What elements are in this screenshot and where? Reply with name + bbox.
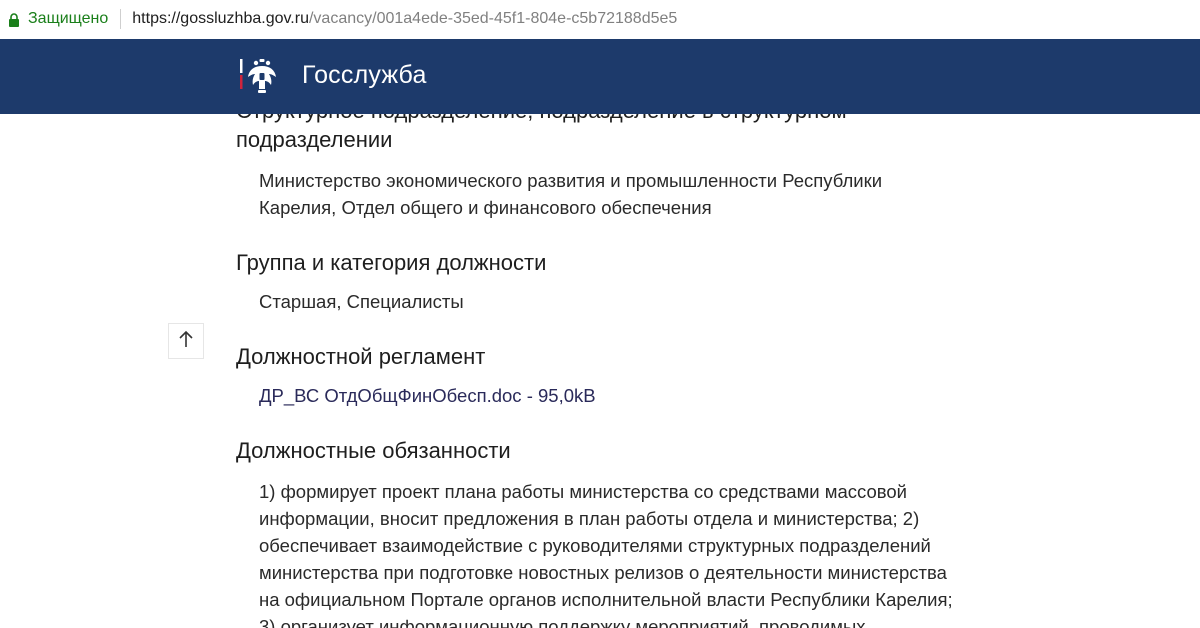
secure-label[interactable]: Защищено bbox=[28, 10, 108, 28]
duties-line-2: информации, вносит предложения в план ра… bbox=[259, 508, 920, 529]
duties-line-4: министерства при подготовке новостных ре… bbox=[259, 562, 947, 583]
lock-icon[interactable] bbox=[8, 13, 20, 27]
duties-line-6: 3) организует информационную поддержку м… bbox=[259, 616, 866, 628]
site-title[interactable]: Госслужба bbox=[302, 61, 427, 90]
browser-address-bar[interactable]: Защищено https://gossluzhba.gov.ru/vacan… bbox=[0, 0, 1200, 38]
duties-line-5: на официальном Портале органов исполните… bbox=[259, 589, 953, 610]
scroll-to-top-button[interactable] bbox=[168, 323, 204, 359]
structural-unit-line-2: Карелия, Отдел общего и финансового обес… bbox=[259, 197, 712, 218]
url-path: /vacancy/001a4ede-35ed-45f1-804e-c5b7218… bbox=[308, 10, 678, 27]
coat-of-arms-icon[interactable] bbox=[240, 57, 280, 97]
address-divider bbox=[120, 9, 122, 29]
site-header: Госслужба bbox=[0, 39, 1200, 114]
url-host: https://gossluzhba.gov.ru bbox=[132, 10, 309, 27]
section-heading-duties: Должностные обязанности bbox=[236, 438, 511, 463]
job-regulation-item: ДР_ВС ОтдОбщФинОбесп.doc - 95,0kB bbox=[259, 383, 596, 409]
structural-unit-line-1: Министерство экономического развития и п… bbox=[259, 170, 883, 191]
section-heading-position-group: Группа и категория должности bbox=[236, 250, 547, 275]
duties-line-3: обеспечивает взаимодействие с руководите… bbox=[259, 535, 931, 556]
url-text[interactable]: https://gossluzhba.gov.ru/vacancy/001a4e… bbox=[132, 10, 677, 28]
page: Структурное подразделение, подразделение… bbox=[0, 0, 1200, 628]
position-group-value: Старшая, Специалисты bbox=[259, 291, 464, 312]
arrow-up-icon bbox=[178, 330, 194, 353]
duties-line-1: 1) формирует проект плана работы министе… bbox=[259, 481, 908, 502]
job-regulation-doc-link[interactable]: ДР_ВС ОтдОбщФинОбесп.doc - 95,0kB bbox=[259, 385, 596, 406]
section-heading-structural-unit-line2: подразделении bbox=[236, 127, 393, 152]
section-heading-job-regulation: Должностной регламент bbox=[236, 344, 486, 369]
